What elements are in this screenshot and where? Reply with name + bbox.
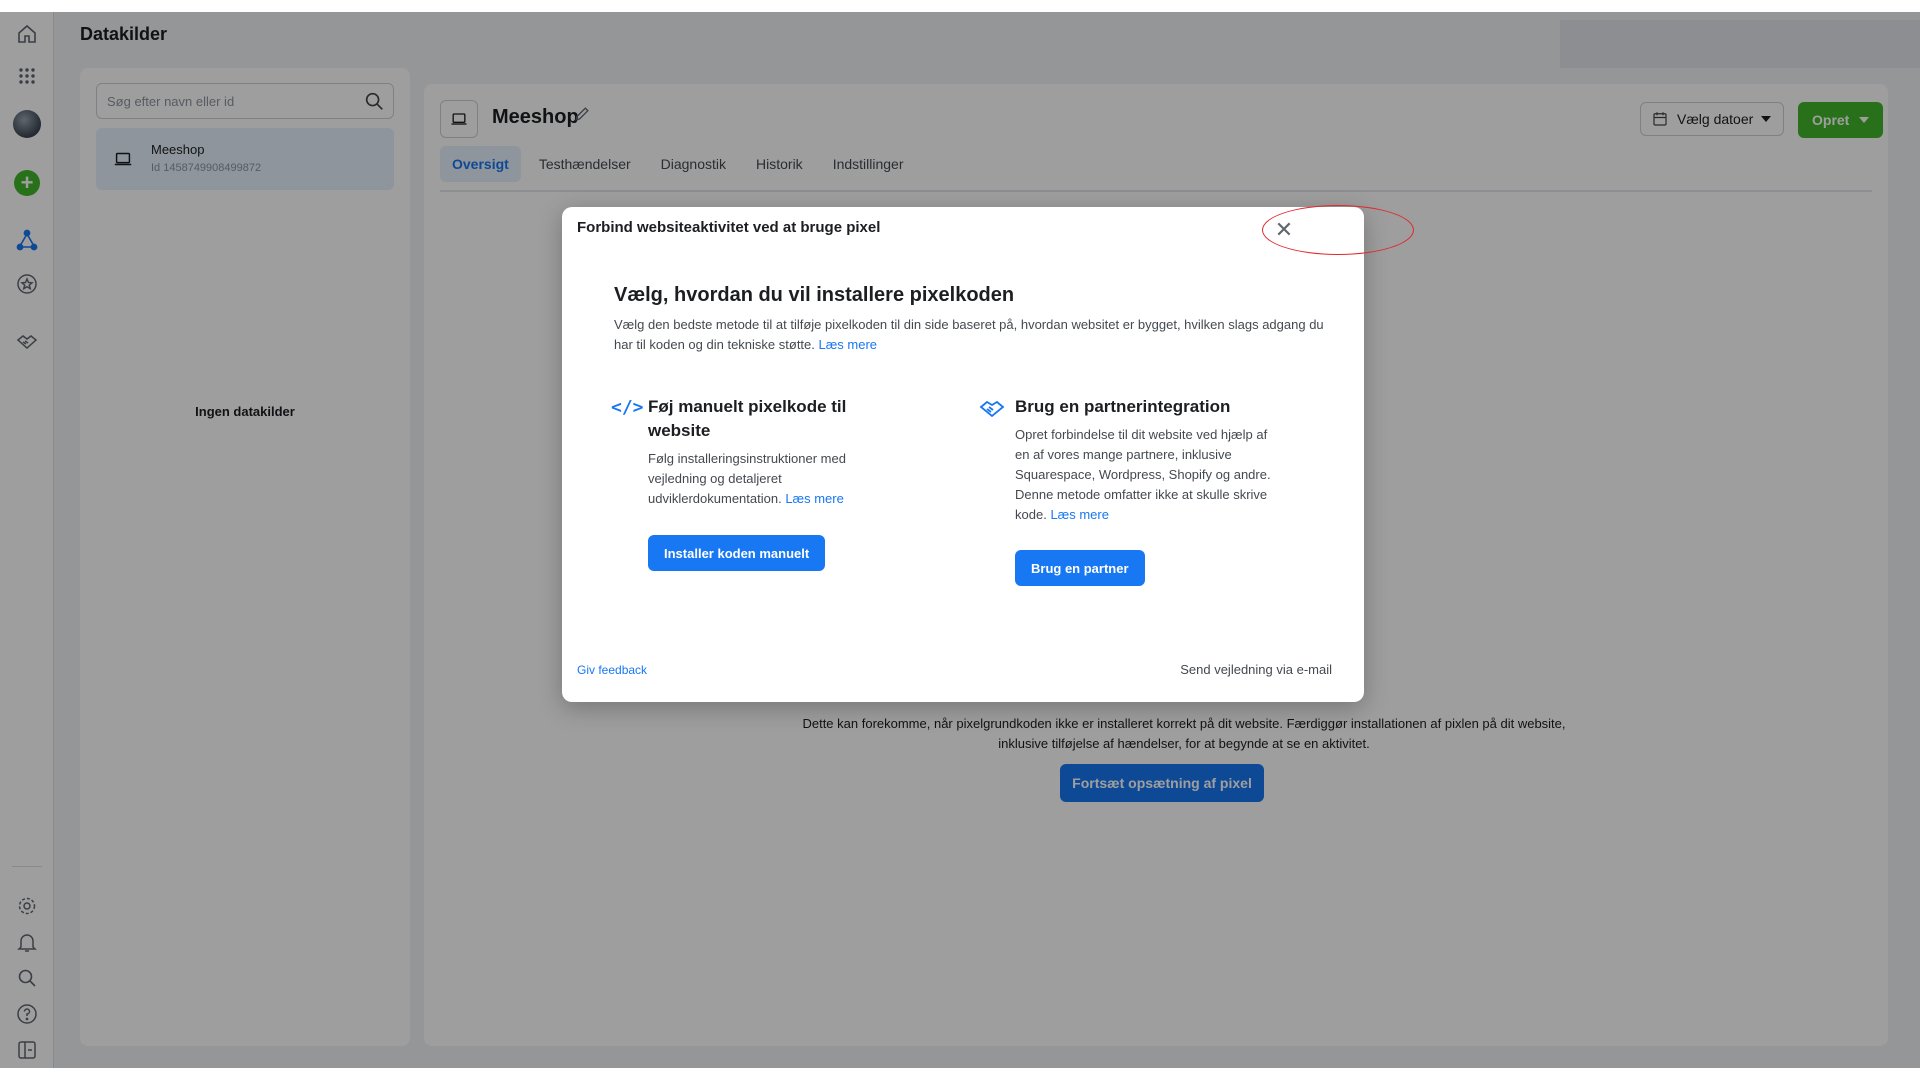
send-instructions-email-link[interactable]: Send vejledning via e-mail — [1180, 662, 1332, 677]
connect-pixel-modal: Forbind websiteaktivitet ved at bruge pi… — [562, 205, 1414, 702]
modal-description-text: Vælg den bedste metode til at tilføje pi… — [614, 317, 1324, 352]
code-icon: </> — [611, 397, 644, 418]
learn-more-link[interactable]: Læs mere — [819, 337, 878, 352]
give-feedback-link[interactable]: Giv feedback — [577, 663, 647, 677]
manual-learn-more-link[interactable]: Læs mere — [785, 491, 844, 506]
handshake-icon — [979, 400, 1005, 418]
partner-option-description: Opret forbindelse til dit website ved hj… — [1015, 425, 1280, 525]
manual-option-title: Føj manuelt pixelkode til website — [648, 397, 847, 440]
manual-option-description: Følg installeringsinstruktioner med vejl… — [648, 449, 878, 509]
partner-option-title: Brug en partnerintegration — [1015, 397, 1231, 416]
close-icon: ✕ — [1274, 217, 1294, 242]
use-partner-button[interactable]: Brug en partner — [1015, 550, 1145, 586]
close-button[interactable]: ✕ — [1267, 213, 1301, 247]
install-manually-button[interactable]: Installer koden manuelt — [648, 535, 826, 571]
partner-learn-more-link[interactable]: Læs mere — [1050, 507, 1109, 522]
modal-title: Forbind websiteaktivitet ved at bruge pi… — [577, 219, 881, 236]
modal-heading: Vælg, hvordan du vil installere pixelkod… — [614, 284, 1015, 306]
modal-description: Vælg den bedste metode til at tilføje pi… — [614, 315, 1334, 355]
